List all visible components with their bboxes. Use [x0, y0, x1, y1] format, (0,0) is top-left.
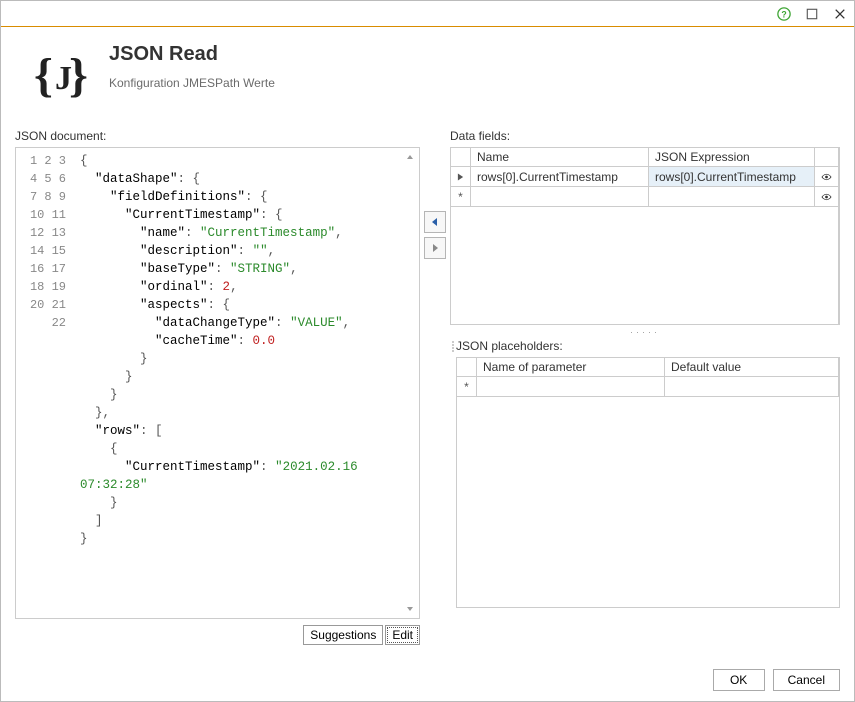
data-fields-new-row[interactable]: * [451, 187, 839, 207]
placeholders-new-row[interactable]: * [457, 377, 839, 397]
edit-button[interactable]: Edit [385, 625, 420, 645]
svg-text:}: } [69, 49, 87, 102]
data-field-name[interactable]: rows[0].CurrentTimestamp [471, 167, 649, 187]
dialog-footer: OK Cancel [1, 659, 854, 701]
eye-icon [821, 172, 832, 182]
dialog-subtitle: Konfiguration JMESPath Werte [109, 76, 275, 90]
dialog-header: { J } JSON Read Konfiguration JMESPath W… [1, 27, 854, 129]
ok-button[interactable]: OK [713, 669, 765, 691]
titlebar: ? [1, 1, 854, 27]
move-left-button[interactable] [424, 211, 446, 233]
data-fields-header: Name JSON Expression [451, 148, 839, 167]
col-default-header[interactable]: Default value [665, 358, 839, 377]
cancel-button[interactable]: Cancel [773, 669, 840, 691]
triangle-right-icon [430, 243, 440, 253]
visibility-toggle[interactable] [815, 167, 839, 187]
close-icon[interactable] [832, 6, 848, 22]
json-logo-icon: { J } [25, 43, 89, 107]
editor-scrollbar[interactable] [403, 150, 417, 616]
splitter-horizontal[interactable]: ····· [450, 325, 840, 339]
triangle-left-icon [430, 217, 440, 227]
new-row-indicator-icon: * [451, 187, 471, 207]
data-fields-grid[interactable]: Name JSON Expression rows[0].CurrentTime… [450, 147, 840, 325]
current-row-indicator-icon [451, 167, 471, 187]
json-document-label: JSON document: [15, 129, 420, 143]
json-editor[interactable]: 1 2 3 4 5 6 7 8 9 10 11 12 13 14 15 16 1… [15, 147, 420, 619]
data-field-expression[interactable]: rows[0].CurrentTimestamp [649, 167, 815, 187]
col-param-header[interactable]: Name of parameter [477, 358, 665, 377]
placeholders-grid[interactable]: Name of parameter Default value * [456, 357, 840, 608]
scroll-down-icon[interactable] [403, 602, 417, 616]
svg-text:{: { [34, 49, 53, 102]
new-row-indicator-icon: * [457, 377, 477, 397]
editor-gutter: 1 2 3 4 5 6 7 8 9 10 11 12 13 14 15 16 1… [16, 148, 74, 618]
scroll-up-icon[interactable] [403, 150, 417, 164]
eye-icon [821, 192, 832, 202]
data-fields-row[interactable]: rows[0].CurrentTimestamprows[0].CurrentT… [451, 167, 839, 187]
svg-text:?: ? [781, 9, 786, 19]
json-placeholders-label: JSON placeholders: [456, 339, 840, 353]
dialog-window: ? { J } JSON Read Konfiguration JMESPath… [0, 0, 855, 702]
visibility-toggle[interactable] [815, 187, 839, 207]
help-icon[interactable]: ? [776, 6, 792, 22]
move-right-button[interactable] [424, 237, 446, 259]
suggestions-button[interactable]: Suggestions [303, 625, 383, 645]
data-fields-label: Data fields: [450, 129, 840, 143]
col-expr-header[interactable]: JSON Expression [649, 148, 815, 167]
editor-code[interactable]: { "dataShape": { "fieldDefinitions": { "… [74, 148, 419, 618]
col-name-header[interactable]: Name [471, 148, 649, 167]
maximize-icon[interactable] [804, 6, 820, 22]
dialog-title: JSON Read [109, 43, 275, 66]
